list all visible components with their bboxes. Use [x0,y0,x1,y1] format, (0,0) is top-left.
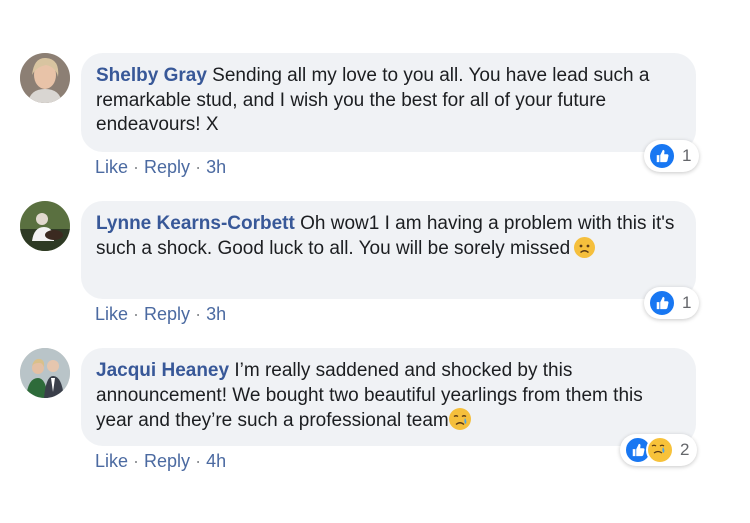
avatar[interactable] [20,53,70,103]
like-icon [648,142,676,170]
separator-dot: · [133,304,140,324]
comment-actions: Like · Reply · 4h [95,451,226,472]
like-button[interactable]: Like [95,304,128,324]
separator-dot: · [195,304,202,324]
reply-button[interactable]: Reply [144,157,190,177]
reaction-summary[interactable]: 1 [644,287,700,319]
comment-actions: Like · Reply · 3h [95,157,226,178]
comment-bubble: Shelby Gray Sending all my love to you a… [81,53,696,152]
like-button[interactable]: Like [95,157,128,177]
like-icon [648,289,676,317]
separator-dot: · [195,451,202,471]
reaction-count: 1 [682,293,692,312]
comment-bubble: Lynne Kearns-Corbett Oh wow1 I am having… [81,201,696,299]
reaction-count: 1 [682,146,692,165]
comment-author[interactable]: Lynne Kearns-Corbett [96,213,295,234]
timestamp[interactable]: 3h [206,304,226,324]
timestamp[interactable]: 4h [206,451,226,471]
reply-button[interactable]: Reply [144,451,190,471]
comment-author[interactable]: Shelby Gray [96,65,207,86]
crying-face-emoji-icon [448,408,471,430]
reply-button[interactable]: Reply [144,304,190,324]
sad-icon [646,436,674,464]
separator-dot: · [133,451,140,471]
reaction-count: 2 [680,440,690,459]
comment-actions: Like · Reply · 3h [95,304,226,325]
reaction-summary[interactable]: 1 [644,140,700,172]
avatar[interactable] [20,201,70,251]
reaction-summary[interactable]: 2 [620,434,698,466]
avatar-photo-icon [20,201,70,251]
avatar-photo-icon [20,348,70,398]
sad-face-emoji-icon [574,236,596,258]
comment-bubble: Jacqui Heaney I’m really saddened and sh… [81,348,696,446]
like-button[interactable]: Like [95,451,128,471]
avatar-photo-icon [20,53,70,103]
separator-dot: · [195,157,202,177]
avatar[interactable] [20,348,70,398]
timestamp[interactable]: 3h [206,157,226,177]
comment-author[interactable]: Jacqui Heaney [96,360,229,381]
separator-dot: · [133,157,140,177]
